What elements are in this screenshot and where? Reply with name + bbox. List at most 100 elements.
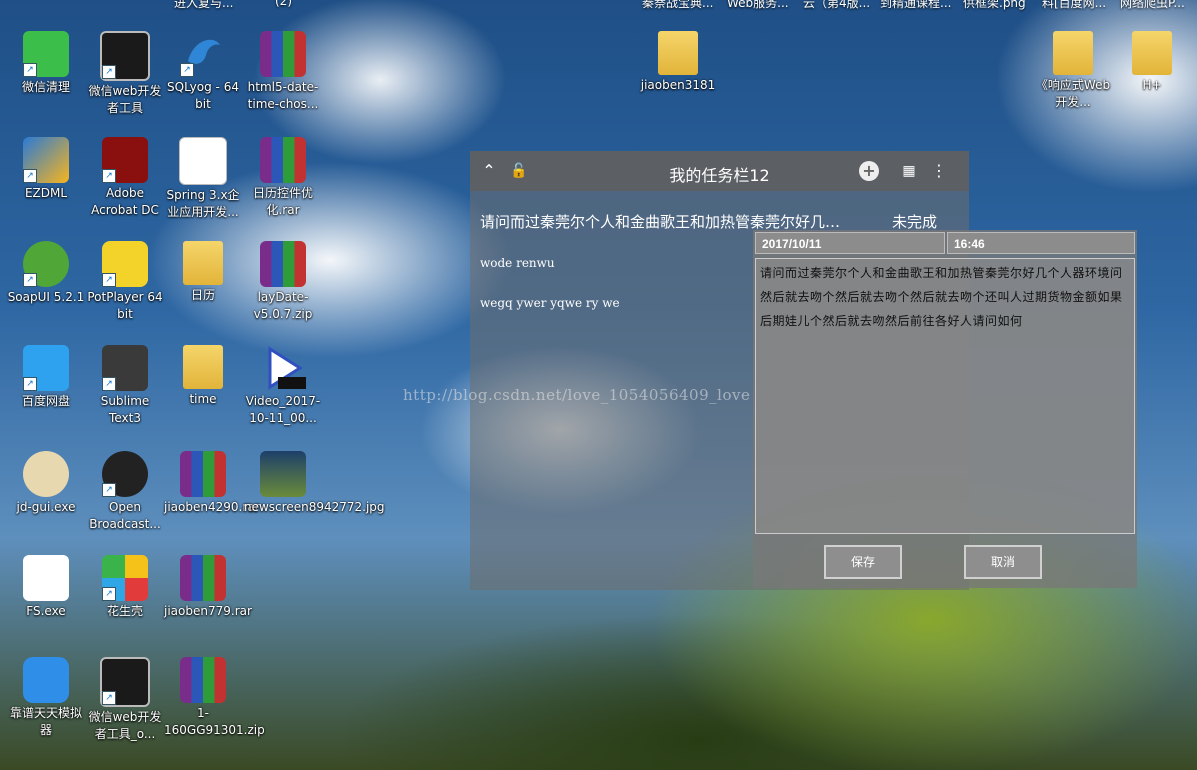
icon-label: Open Broadcast... <box>89 500 161 531</box>
icon-label: jd-gui.exe <box>16 500 76 514</box>
rar-archive-icon <box>180 555 226 601</box>
rar-archive-icon <box>180 451 226 497</box>
sublime-icon: ↗ <box>102 345 148 391</box>
desktop-icon-kaopu[interactable]: 靠谱天天模拟器 <box>7 657 85 739</box>
task-editor: 2017/10/11 16:46 请问而过秦莞尔个人和金曲歌王和加热管秦莞尔好几… <box>753 230 1137 588</box>
desktop-icon-zip-160gg[interactable]: 1-160GG91301.zip <box>164 657 265 739</box>
desktop-icon-huasheng[interactable]: ↗ 花生壳 <box>86 555 164 620</box>
icon-label: Sublime Text3 <box>100 394 150 425</box>
desktop-icon-jiaoben3181[interactable]: jiaoben3181 <box>639 31 717 94</box>
folder-icon <box>658 31 698 75</box>
potplayer-icon: ↗ <box>102 241 148 287</box>
icon-label: Spring 3.x企业应用开发... <box>166 188 240 219</box>
icon-label: FS.exe <box>26 604 66 618</box>
baidu-cloud-icon: ↗ <box>23 345 69 391</box>
top-label-2[interactable]: (2) <box>275 0 292 8</box>
icon-label: 微信web开发者工具_o... <box>88 710 162 741</box>
icon-label: newscreen8942772.jpg <box>244 500 385 514</box>
task-item[interactable]: wode renwu <box>480 256 555 270</box>
save-button[interactable]: 保存 <box>824 545 902 579</box>
huasheng-icon: ↗ <box>102 555 148 601</box>
desktop-icon-sqlyog[interactable]: ↗ SQLyog - 64 bit <box>164 31 242 113</box>
desktop-icon-spring-pdf[interactable]: Spring 3.x企业应用开发... <box>164 137 242 221</box>
top-label-1[interactable]: 进入复与... <box>174 0 233 11</box>
cancel-button[interactable]: 取消 <box>964 545 1042 579</box>
icon-label: 日历控件优化.rar <box>252 186 313 217</box>
desktop-icon-html5-date[interactable]: html5-date-time-chos... <box>244 31 322 113</box>
folder-icon <box>183 241 223 285</box>
widget-header: ⌃ 🔓 我的任务栏12 + ▦ ⋮ <box>470 151 969 191</box>
watermark: http://blog.csdn.net/love_1054056409_lov… <box>403 386 751 404</box>
icon-label: 百度网盘 <box>21 394 70 408</box>
date-field[interactable]: 2017/10/11 <box>755 232 945 254</box>
desktop-icon-time-folder[interactable]: time <box>164 345 242 408</box>
desktop-icon-responsive-web[interactable]: 《响应式Web开发... <box>1034 31 1112 111</box>
desktop-icon-jiaoben779[interactable]: jiaoben779.rar <box>164 555 252 620</box>
desktop-icon-ezdml[interactable]: ↗ EZDML <box>7 137 85 202</box>
icon-label: 靠谱天天模拟器 <box>9 706 82 737</box>
desktop-icon-potplayer[interactable]: ↗ PotPlayer 64 bit <box>86 241 164 323</box>
dolphin-icon: ↗ <box>180 31 226 77</box>
icon-label: layDate-v5.0.7.zip <box>253 290 313 321</box>
icon-label: Video_2017-10-11_00... <box>245 394 321 425</box>
task-item[interactable]: wegq ywer yqwe ry we <box>480 296 620 310</box>
emulator-icon <box>23 657 69 703</box>
top-label-3[interactable]: 秦萘战宝典... <box>642 0 713 11</box>
desktop-icon-fs[interactable]: FS.exe <box>7 555 85 620</box>
desktop-icon-rili-folder[interactable]: 日历 <box>164 241 242 304</box>
calendar-icon[interactable]: ▦ <box>898 160 920 182</box>
wmv-video-icon <box>260 345 306 391</box>
task-status: 未完成 <box>892 213 938 231</box>
widget-title: 我的任务栏12 <box>669 166 770 185</box>
desktop-icon-obs[interactable]: ↗ Open Broadcast... <box>86 451 164 533</box>
rar-archive-icon <box>180 657 226 703</box>
desktop-icon-jiaoben4290[interactable]: jiaoben4290.rar <box>164 451 260 516</box>
folder-icon <box>1132 31 1172 75</box>
folder-icon <box>1053 31 1093 75</box>
icon-label: EZDML <box>24 186 68 200</box>
desktop-icon-hplus[interactable]: H+ <box>1113 31 1191 94</box>
terminal-icon: ↗ <box>100 657 150 707</box>
top-label-9[interactable]: 网络爬虫P... <box>1120 0 1185 11</box>
icon-label: 日历 <box>190 288 215 302</box>
task-title[interactable]: 请问而过秦莞尔个人和金曲歌王和加热管秦莞尔好几… <box>480 211 840 232</box>
icon-label: html5-date-time-chos... <box>247 80 319 111</box>
time-field[interactable]: 16:46 <box>947 232 1135 254</box>
desktop-icon-rili-rar[interactable]: 日历控件优化.rar <box>244 137 322 219</box>
desktop-icon-wechat-devtools[interactable]: ↗ 微信web开发者工具 <box>86 31 164 117</box>
rar-archive-icon <box>260 241 306 287</box>
acrobat-icon: ↗ <box>102 137 148 183</box>
desktop-icon-jdgui[interactable]: jd-gui.exe <box>7 451 85 516</box>
task-content-textarea[interactable]: 请问而过秦莞尔个人和金曲歌王和加热管秦莞尔好几个人器环境问然后就去吻个然后就去吻… <box>755 258 1135 534</box>
desktop-icon-baidu[interactable]: ↗ 百度网盘 <box>7 345 85 410</box>
desktop-icon-wechat-devtools-o[interactable]: ↗ 微信web开发者工具_o... <box>86 657 164 743</box>
desktop-icon-acrobat[interactable]: ↗ Adobe Acrobat DC <box>86 137 164 219</box>
icon-label: 《响应式Web开发... <box>1035 78 1111 109</box>
image-file-icon <box>260 451 306 497</box>
desktop-icon-newscreen[interactable]: newscreen8942772.jpg <box>244 451 385 516</box>
folder-icon <box>183 345 223 389</box>
soapui-icon: ↗ <box>23 241 69 287</box>
icon-label: jiaoben4290.rar <box>164 500 260 514</box>
desktop-icon-sublime[interactable]: ↗ Sublime Text3 <box>86 345 164 427</box>
top-label-8[interactable]: 料[百度网... <box>1042 0 1106 11</box>
terminal-icon: ↗ <box>100 31 150 81</box>
icon-label: jiaoben779.rar <box>164 604 252 618</box>
desktop-icon-laydate[interactable]: layDate-v5.0.7.zip <box>244 241 322 323</box>
icon-label: PotPlayer 64 bit <box>87 290 163 321</box>
desktop-icon-wechat-clean[interactable]: ↗ 微信清理 <box>7 31 85 96</box>
icon-label: 1-160GG91301.zip <box>164 706 265 737</box>
icon-label: 微信web开发者工具 <box>88 84 162 115</box>
add-task-icon[interactable]: + <box>859 161 879 181</box>
desktop-icon-video[interactable]: Video_2017-10-11_00... <box>244 345 322 427</box>
top-label-5[interactable]: 云（第4版... <box>803 0 870 11</box>
desktop-icon-soapui[interactable]: ↗ SoapUI 5.2.1 <box>7 241 85 306</box>
pdf-icon <box>179 137 227 185</box>
top-label-7[interactable]: 供框架.png <box>963 0 1026 11</box>
icon-label: SQLyog - 64 bit <box>167 80 239 111</box>
more-menu-icon[interactable]: ⋮ <box>928 160 950 182</box>
top-label-4[interactable]: Web服务... <box>727 0 789 11</box>
wechat-icon: ↗ <box>23 31 69 77</box>
icon-label: SoapUI 5.2.1 <box>7 290 85 304</box>
top-label-6[interactable]: 到精通课程... <box>880 0 951 11</box>
